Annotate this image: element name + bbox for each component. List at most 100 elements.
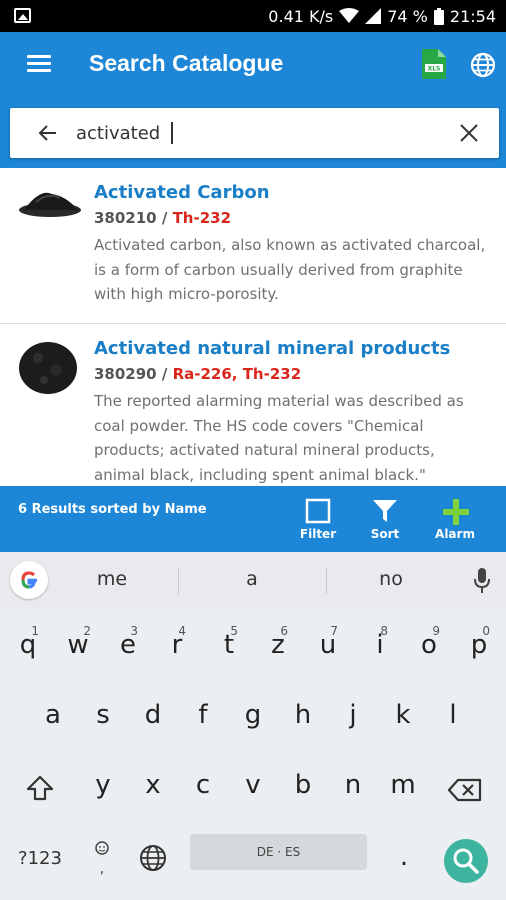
sort-label: Sort	[370, 527, 400, 541]
item-code-line: 380290 / Ra-226, Th-232	[94, 365, 302, 383]
key-a[interactable]: a	[40, 700, 66, 730]
hs-code: 380210	[94, 209, 157, 227]
item-description: The reported alarming material was descr…	[94, 392, 464, 484]
page-title: Search Catalogue	[89, 50, 284, 76]
globe-icon[interactable]	[470, 52, 496, 78]
key-hint: 8	[380, 624, 388, 638]
period-key[interactable]: .	[394, 842, 414, 872]
screen: 0.41 K/s 74 % 21:54 Search Catalogue XLS	[0, 0, 506, 900]
key-hint: 6	[280, 624, 288, 638]
search-input[interactable]	[76, 118, 446, 148]
svg-text:XLS: XLS	[428, 66, 441, 73]
key-v[interactable]: v	[240, 770, 266, 800]
alarm-label: Alarm	[435, 527, 475, 541]
search-key[interactable]	[444, 839, 488, 883]
item-description: Activated carbon, also known as activate…	[94, 236, 486, 303]
key-c[interactable]: c	[190, 770, 216, 800]
emoji-icon[interactable]: ,	[92, 840, 112, 876]
key-x[interactable]: x	[140, 770, 166, 800]
key-y[interactable]: y	[90, 770, 116, 800]
key-l[interactable]: l	[440, 700, 466, 730]
globe-icon[interactable]	[139, 844, 167, 872]
key-p[interactable]: p0	[466, 624, 492, 660]
key-n[interactable]: n	[340, 770, 366, 800]
isotopes: Th-232	[172, 209, 232, 227]
sort-button[interactable]: Sort	[360, 496, 410, 546]
key-hint: 7	[330, 624, 338, 638]
alarm-button[interactable]: Alarm	[430, 496, 480, 546]
suggestion-3[interactable]: no	[374, 568, 408, 590]
isotopes: Ra-226, Th-232	[172, 365, 302, 383]
key-s[interactable]: s	[90, 700, 116, 730]
microphone-icon[interactable]	[474, 568, 490, 594]
item-title: Activated natural mineral products	[94, 338, 451, 359]
clock: 21:54	[449, 6, 496, 26]
key-m[interactable]: m	[386, 770, 420, 800]
backspace-icon[interactable]	[448, 778, 482, 802]
bottom-action-bar: 6 Results sorted by Name Filter Sort Ala…	[0, 486, 506, 552]
filter-label: Filter	[299, 527, 337, 541]
checkbox-outline-icon	[305, 498, 331, 524]
funnel-icon	[373, 500, 397, 522]
activated-carbon-thumbnail	[19, 192, 81, 217]
list-item[interactable]: Activated natural mineral products 38029…	[0, 324, 506, 486]
key-hint: 0	[482, 624, 490, 638]
key-g[interactable]: g	[240, 700, 266, 730]
search-bar-container	[0, 98, 506, 168]
network-speed: 0.41 K/s	[268, 6, 334, 26]
status-right: 0.41 K/s 74 % 21:54	[268, 0, 496, 32]
key-q[interactable]: q1	[15, 624, 41, 660]
item-code-line: 380210 / Th-232	[94, 209, 232, 227]
key-j[interactable]: j	[340, 700, 366, 730]
svg-text:,: ,	[100, 861, 104, 876]
text-cursor	[171, 122, 173, 144]
close-icon[interactable]	[458, 122, 480, 144]
key-i[interactable]: i8	[370, 624, 390, 660]
list-item[interactable]: Activated Carbon 380210 / Th-232 Activat…	[0, 168, 506, 324]
hs-code: 380290	[94, 365, 157, 383]
key-hint: 1	[31, 624, 39, 638]
soft-keyboard: me a no q1 w2 e3 r4 t5 z6 u7 i8 o9 p0 a …	[0, 552, 506, 900]
plus-icon	[443, 499, 469, 525]
menu-icon[interactable]	[27, 55, 51, 73]
key-t[interactable]: t5	[218, 624, 240, 660]
google-logo-icon[interactable]	[10, 561, 48, 599]
item-title: Activated Carbon	[94, 182, 270, 203]
image-notification-icon	[14, 8, 31, 23]
suggestion-strip: me a no	[0, 552, 506, 608]
key-hint: 5	[230, 624, 238, 638]
suggestion-2[interactable]: a	[238, 568, 266, 590]
search-icon	[453, 848, 479, 874]
suggestion-1[interactable]: me	[90, 568, 134, 590]
results-list: Activated Carbon 380210 / Th-232 Activat…	[0, 168, 506, 486]
key-w[interactable]: w2	[63, 624, 93, 660]
key-r[interactable]: r4	[166, 624, 188, 660]
key-hint: 9	[432, 624, 440, 638]
battery-icon	[433, 7, 444, 25]
key-z[interactable]: z6	[266, 624, 290, 660]
key-o[interactable]: o9	[416, 624, 442, 660]
key-b[interactable]: b	[290, 770, 316, 800]
symbols-key[interactable]: ?123	[14, 848, 66, 869]
battery-percent: 74 %	[387, 6, 428, 26]
key-hint: 3	[130, 624, 138, 638]
spreadsheet-export-icon[interactable]: XLS	[422, 49, 446, 79]
status-bar: 0.41 K/s 74 % 21:54	[0, 0, 506, 32]
key-hint: 2	[83, 624, 91, 638]
shift-icon[interactable]	[26, 775, 54, 801]
filter-button[interactable]: Filter	[293, 496, 343, 546]
back-arrow-icon[interactable]	[38, 123, 58, 143]
key-hint: 4	[178, 624, 186, 638]
search-box	[10, 108, 499, 158]
wifi-icon	[339, 8, 360, 23]
space-bar[interactable]: DE · ES	[190, 834, 367, 870]
key-h[interactable]: h	[290, 700, 316, 730]
mineral-products-thumbnail	[19, 342, 77, 394]
key-k[interactable]: k	[390, 700, 416, 730]
suggestion-divider	[326, 568, 327, 594]
suggestion-divider	[178, 568, 179, 594]
key-e[interactable]: e3	[116, 624, 140, 660]
key-u[interactable]: u7	[316, 624, 340, 660]
key-d[interactable]: d	[140, 700, 166, 730]
key-f[interactable]: f	[190, 700, 216, 730]
